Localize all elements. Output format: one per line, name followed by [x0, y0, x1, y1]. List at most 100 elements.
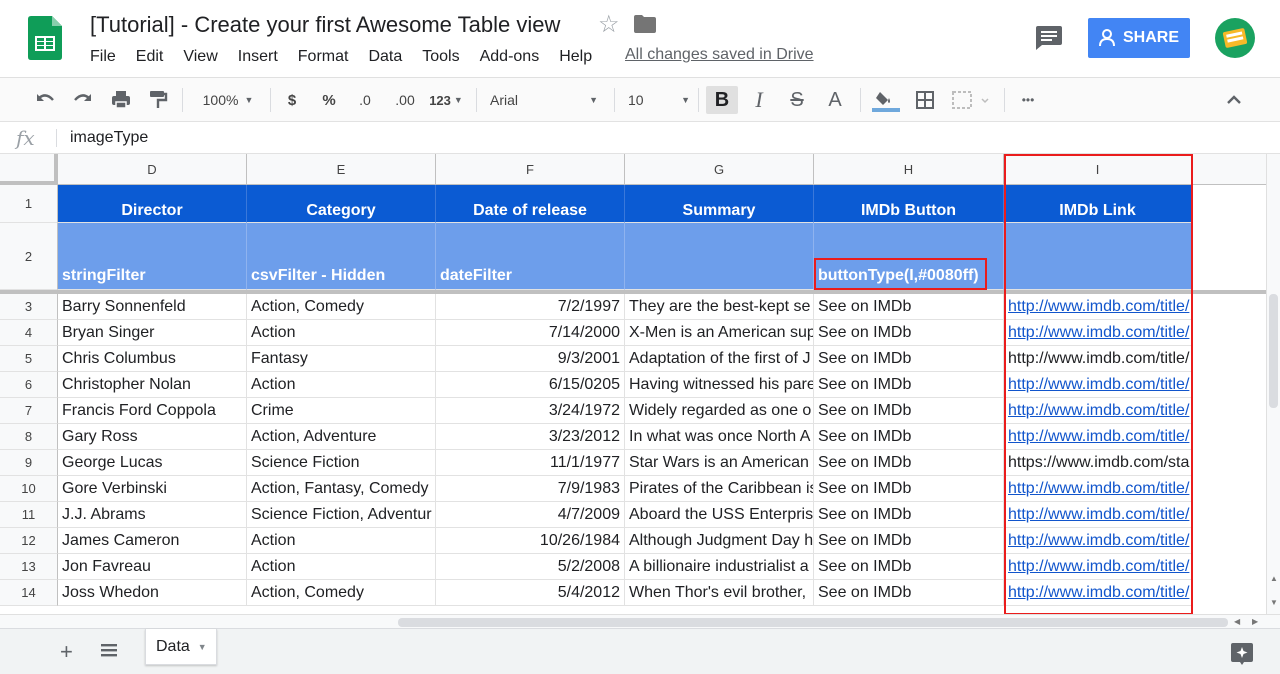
- cell-imdb-button[interactable]: See on IMDb: [814, 294, 1004, 320]
- cell-imdb-button[interactable]: See on IMDb: [814, 450, 1004, 476]
- comment-icon[interactable]: [1036, 26, 1062, 50]
- more-options-button[interactable]: •••: [1016, 86, 1040, 114]
- vertical-scrollbar[interactable]: ▲ ▼: [1266, 154, 1280, 614]
- chevron-down-icon[interactable]: ▼: [198, 642, 207, 652]
- text-color-button[interactable]: A: [824, 86, 846, 114]
- borders-icon[interactable]: [914, 86, 936, 114]
- sheet-tab-data[interactable]: Data ▼: [145, 629, 217, 665]
- menu-addons[interactable]: Add-ons: [474, 46, 546, 68]
- cell-imdb-button[interactable]: See on IMDb: [814, 424, 1004, 450]
- filter-cell-d[interactable]: stringFilter: [58, 223, 247, 290]
- undo-icon[interactable]: [34, 86, 56, 114]
- cell-category[interactable]: Action, Comedy: [247, 294, 436, 320]
- spreadsheet-grid[interactable]: D E F G H I 1 2 3 4 5 6 7 8 9 10 11 12 13 14 Director Categor…: [0, 154, 1266, 614]
- row-header-1[interactable]: 1: [0, 185, 58, 223]
- cell-release-date[interactable]: 5/2/2008: [436, 554, 625, 580]
- cell-summary[interactable]: They are the best-kept se: [625, 294, 814, 320]
- scroll-down-icon[interactable]: ▼: [1270, 598, 1278, 607]
- percent-button[interactable]: %: [318, 86, 340, 114]
- row-header-3[interactable]: 3: [0, 294, 58, 320]
- share-button[interactable]: SHARE: [1088, 18, 1190, 58]
- currency-button[interactable]: $: [282, 86, 302, 114]
- merge-cells-icon[interactable]: [950, 86, 990, 114]
- cell-release-date[interactable]: 4/7/2009: [436, 502, 625, 528]
- cell-director[interactable]: Jon Favreau: [58, 554, 247, 580]
- cell-imdb-link[interactable]: http://www.imdb.com/title/: [1004, 502, 1192, 528]
- zoom-select[interactable]: 100% ▼: [196, 86, 260, 114]
- cell-summary[interactable]: Aboard the USS Enterpris: [625, 502, 814, 528]
- cell-release-date[interactable]: 7/14/2000: [436, 320, 625, 346]
- cell-director[interactable]: Gore Verbinski: [58, 476, 247, 502]
- scroll-right-icon[interactable]: ▶: [1252, 617, 1258, 626]
- cell-director[interactable]: Christopher Nolan: [58, 372, 247, 398]
- document-title[interactable]: [Tutorial] - Create your first Awesome T…: [90, 12, 560, 38]
- scroll-left-icon[interactable]: ◀: [1234, 617, 1240, 626]
- cell-release-date[interactable]: 5/4/2012: [436, 580, 625, 606]
- header-cell-g[interactable]: Summary: [625, 185, 814, 223]
- cell-imdb-button[interactable]: See on IMDb: [814, 502, 1004, 528]
- menu-tools[interactable]: Tools: [416, 46, 465, 68]
- cell-director[interactable]: Francis Ford Coppola: [58, 398, 247, 424]
- all-sheets-icon[interactable]: [100, 641, 118, 659]
- menu-edit[interactable]: Edit: [130, 46, 170, 68]
- cell-imdb-link[interactable]: http://www.imdb.com/title/: [1004, 346, 1192, 372]
- cell-imdb-link[interactable]: http://www.imdb.com/title/: [1004, 372, 1192, 398]
- column-header-g[interactable]: G: [625, 154, 814, 185]
- cell-imdb-button[interactable]: See on IMDb: [814, 528, 1004, 554]
- print-icon[interactable]: [110, 86, 132, 114]
- row-header-5[interactable]: 5: [0, 346, 58, 372]
- cell-director[interactable]: James Cameron: [58, 528, 247, 554]
- cell-imdb-link[interactable]: http://www.imdb.com/title/: [1004, 294, 1192, 320]
- filter-cell-e[interactable]: csvFilter - Hidden: [247, 223, 436, 290]
- cell-summary[interactable]: A billionaire industrialist a: [625, 554, 814, 580]
- cell-imdb-button[interactable]: See on IMDb: [814, 372, 1004, 398]
- star-icon[interactable]: ☆: [598, 10, 620, 39]
- cell-imdb-link[interactable]: https://www.imdb.com/sta: [1004, 450, 1192, 476]
- strikethrough-button[interactable]: S: [786, 86, 808, 114]
- cell-release-date[interactable]: 10/26/1984: [436, 528, 625, 554]
- cell-summary[interactable]: When Thor's evil brother,: [625, 580, 814, 606]
- filter-cell-g[interactable]: [625, 223, 814, 290]
- cell-director[interactable]: Joss Whedon: [58, 580, 247, 606]
- cell-category[interactable]: Action: [247, 372, 436, 398]
- cell-imdb-link[interactable]: http://www.imdb.com/title/: [1004, 554, 1192, 580]
- cell-director[interactable]: Gary Ross: [58, 424, 247, 450]
- row-header-6[interactable]: 6: [0, 372, 58, 398]
- paint-format-icon[interactable]: [148, 86, 168, 114]
- row-header-13[interactable]: 13: [0, 554, 58, 580]
- row-header-10[interactable]: 10: [0, 476, 58, 502]
- cell-imdb-button[interactable]: See on IMDb: [814, 554, 1004, 580]
- cell-category[interactable]: Crime: [247, 398, 436, 424]
- header-cell-h[interactable]: IMDb Button: [814, 185, 1004, 223]
- header-cell-f[interactable]: Date of release: [436, 185, 625, 223]
- cell-category[interactable]: Action, Comedy: [247, 580, 436, 606]
- cell-release-date[interactable]: 7/2/1997: [436, 294, 625, 320]
- select-all-corner[interactable]: [0, 154, 58, 185]
- cell-category[interactable]: Action: [247, 554, 436, 580]
- header-cell-i[interactable]: IMDb Link: [1004, 185, 1192, 223]
- formula-input[interactable]: imageType: [70, 129, 148, 147]
- cell-summary[interactable]: Widely regarded as one o: [625, 398, 814, 424]
- cell-imdb-link[interactable]: http://www.imdb.com/title/: [1004, 580, 1192, 606]
- cell-director[interactable]: Chris Columbus: [58, 346, 247, 372]
- cell-release-date[interactable]: 9/3/2001: [436, 346, 625, 372]
- header-cell-e[interactable]: Category: [247, 185, 436, 223]
- cell-release-date[interactable]: 7/9/1983: [436, 476, 625, 502]
- row-header-7[interactable]: 7: [0, 398, 58, 424]
- collapse-toolbar-icon[interactable]: [1224, 86, 1244, 114]
- row-header-11[interactable]: 11: [0, 502, 58, 528]
- cell-imdb-link[interactable]: http://www.imdb.com/title/: [1004, 424, 1192, 450]
- column-header-h[interactable]: H: [814, 154, 1004, 185]
- cell-category[interactable]: Fantasy: [247, 346, 436, 372]
- avatar[interactable]: [1215, 18, 1255, 58]
- cell-imdb-button[interactable]: See on IMDb: [814, 346, 1004, 372]
- cell-director[interactable]: Bryan Singer: [58, 320, 247, 346]
- row-header-14[interactable]: 14: [0, 580, 58, 606]
- fill-color-icon[interactable]: [872, 86, 900, 114]
- column-header-e[interactable]: E: [247, 154, 436, 185]
- cell-category[interactable]: Action, Fantasy, Comedy: [247, 476, 436, 502]
- cell-summary[interactable]: X-Men is an American sup: [625, 320, 814, 346]
- cell-imdb-button[interactable]: See on IMDb: [814, 398, 1004, 424]
- filter-cell-i[interactable]: [1004, 223, 1192, 290]
- menu-help[interactable]: Help: [553, 46, 598, 68]
